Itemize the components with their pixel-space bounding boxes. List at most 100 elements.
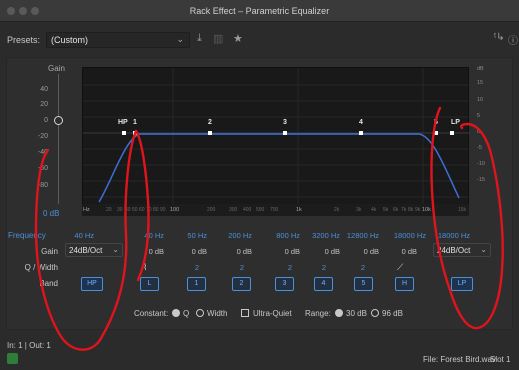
band-3-button[interactable]: 3 — [275, 277, 294, 291]
range-30db-radio[interactable] — [335, 309, 343, 317]
gain-tick: 20 — [40, 101, 48, 108]
gain-tick: 0 — [44, 117, 48, 124]
file-status: File: Forest Bird.wav — [423, 355, 496, 364]
high-shelf-icon[interactable]: ⟋ — [397, 262, 411, 272]
window-title: Rack Effect – Parametric Equalizer — [189, 6, 330, 16]
band-4-button[interactable]: 4 — [314, 277, 333, 291]
lp-frequency[interactable]: 18000 Hz — [436, 231, 470, 240]
band-handle-hp — [122, 131, 126, 135]
favorite-star-icon[interactable]: ★ — [233, 32, 243, 45]
db-scale-tick: -5 — [477, 145, 482, 151]
band-marker-4[interactable]: 4 — [359, 119, 363, 126]
ultra-quiet-checkbox[interactable] — [241, 309, 249, 317]
band-1-button[interactable]: 1 — [187, 277, 206, 291]
gain-tick: -60 — [37, 165, 48, 172]
constant-q-radio[interactable] — [172, 309, 180, 317]
band-marker-2[interactable]: 2 — [208, 119, 212, 126]
band-2-frequency[interactable]: 200 Hz — [218, 231, 252, 240]
range-30db-label: 30 dB — [346, 309, 367, 318]
gain-axis-label: Gain — [48, 64, 65, 73]
band-1-gain[interactable]: 0 dB — [173, 247, 207, 256]
info-icon[interactable]: ⓘ — [508, 32, 518, 47]
x-tick: 50 — [132, 207, 138, 213]
hp-frequency[interactable]: 40 Hz — [60, 231, 94, 240]
constant-q-label: Q — [183, 309, 190, 318]
band-5-button[interactable]: 5 — [354, 277, 373, 291]
gain-tick: -80 — [37, 182, 48, 189]
save-preset-icon[interactable]: ⤓ — [197, 32, 202, 45]
eq-response-curve — [98, 133, 460, 203]
slot-status: Slot 1 — [490, 355, 511, 364]
band-marker-hp[interactable]: HP — [118, 119, 128, 126]
band-l-frequency[interactable]: 40 Hz — [130, 231, 164, 240]
db-scale-tick: 10 — [477, 97, 484, 103]
low-shelf-icon[interactable]: ⌇ — [143, 262, 157, 272]
x-tick: 70 — [146, 207, 152, 213]
band-4-gain[interactable]: 0 dB — [306, 247, 340, 256]
title-bar: Rack Effect – Parametric Equalizer — [0, 0, 519, 22]
band-h-button[interactable]: H — [395, 277, 414, 291]
range-label: Range: — [305, 309, 331, 318]
band-3-frequency[interactable]: 800 Hz — [266, 231, 300, 240]
x-tick: 400 — [243, 207, 252, 213]
presets-label: Presets: — [7, 35, 41, 45]
band-5-frequency[interactable]: 12800 Hz — [345, 231, 379, 240]
band-2-button[interactable]: 2 — [232, 277, 251, 291]
gain-tick: -20 — [37, 133, 48, 140]
band-handle-lp — [450, 131, 454, 135]
master-gain-track[interactable] — [58, 74, 59, 204]
db-scale-tick: 5 — [477, 113, 481, 119]
band-marker-lp[interactable]: LP — [451, 119, 460, 126]
lp-slope-dropdown[interactable]: 24dB/Oct ⌄ — [433, 243, 491, 257]
x-tick: 7k — [401, 207, 407, 213]
band-handle-4 — [359, 131, 363, 135]
band-handle-1 — [133, 131, 137, 135]
eq-graph-canvas — [83, 68, 470, 206]
band-2-q[interactable]: 2 — [225, 263, 259, 272]
db-scale-tick: -10 — [477, 161, 485, 167]
db-scale-tick: 15 — [477, 80, 484, 86]
band-3-gain[interactable]: 0 dB — [266, 247, 300, 256]
band-1-q[interactable]: 2 — [180, 263, 214, 272]
x-tick: 8k — [408, 207, 414, 213]
frequency-row-label: Frequency — [8, 231, 46, 240]
band-h-frequency[interactable]: 18000 Hz — [392, 231, 426, 240]
x-tick: 80 — [153, 207, 159, 213]
x-tick: 2k — [334, 207, 340, 213]
hp-slope-dropdown[interactable]: 24dB/Oct ⌄ — [65, 243, 123, 257]
lp-band-button[interactable]: LP — [451, 277, 473, 291]
db-scale-tick: 0 — [477, 129, 481, 135]
master-gain-knob[interactable] — [54, 116, 63, 125]
band-4-frequency[interactable]: 3200 Hz — [306, 231, 340, 240]
constant-width-radio[interactable] — [196, 309, 204, 317]
band-h-gain[interactable]: 0 dB — [383, 247, 417, 256]
band-marker-3[interactable]: 3 — [283, 119, 287, 126]
eq-graph[interactable] — [82, 67, 470, 206]
band-5-q[interactable]: 2 — [346, 263, 380, 272]
delete-preset-icon[interactable]: ▥ — [213, 32, 223, 45]
presets-dropdown[interactable]: (Custom) ⌄ — [46, 32, 190, 48]
x-tick: 4k — [371, 207, 377, 213]
band-l-gain[interactable]: 0 dB — [130, 247, 164, 256]
x-tick: 15k — [458, 207, 467, 213]
routing-icon[interactable]: ᵗ↳ — [494, 32, 505, 43]
power-toggle-button[interactable] — [7, 353, 18, 364]
band-2-gain[interactable]: 0 dB — [218, 247, 252, 256]
hp-band-button[interactable]: HP — [81, 277, 103, 291]
x-tick: 60 — [139, 207, 145, 213]
band-l-button[interactable]: L — [140, 277, 159, 291]
x-tick: 20 — [106, 207, 112, 213]
band-marker-1[interactable]: 1 — [133, 119, 137, 126]
master-gain-value[interactable]: 0 dB — [43, 209, 59, 218]
range-96db-label: 96 dB — [382, 309, 403, 318]
x-tick: 5k — [383, 207, 389, 213]
band-1-frequency[interactable]: 50 Hz — [173, 231, 207, 240]
constant-label: Constant: — [134, 309, 169, 318]
band-3-q[interactable]: 2 — [273, 263, 307, 272]
band-4-q[interactable]: 2 — [307, 263, 341, 272]
x-tick: 40 — [125, 207, 131, 213]
band-marker-5[interactable]: 5 — [434, 119, 438, 126]
range-96db-radio[interactable] — [371, 309, 379, 317]
band-5-gain[interactable]: 0 dB — [345, 247, 379, 256]
x-tick: 10k — [422, 207, 431, 213]
